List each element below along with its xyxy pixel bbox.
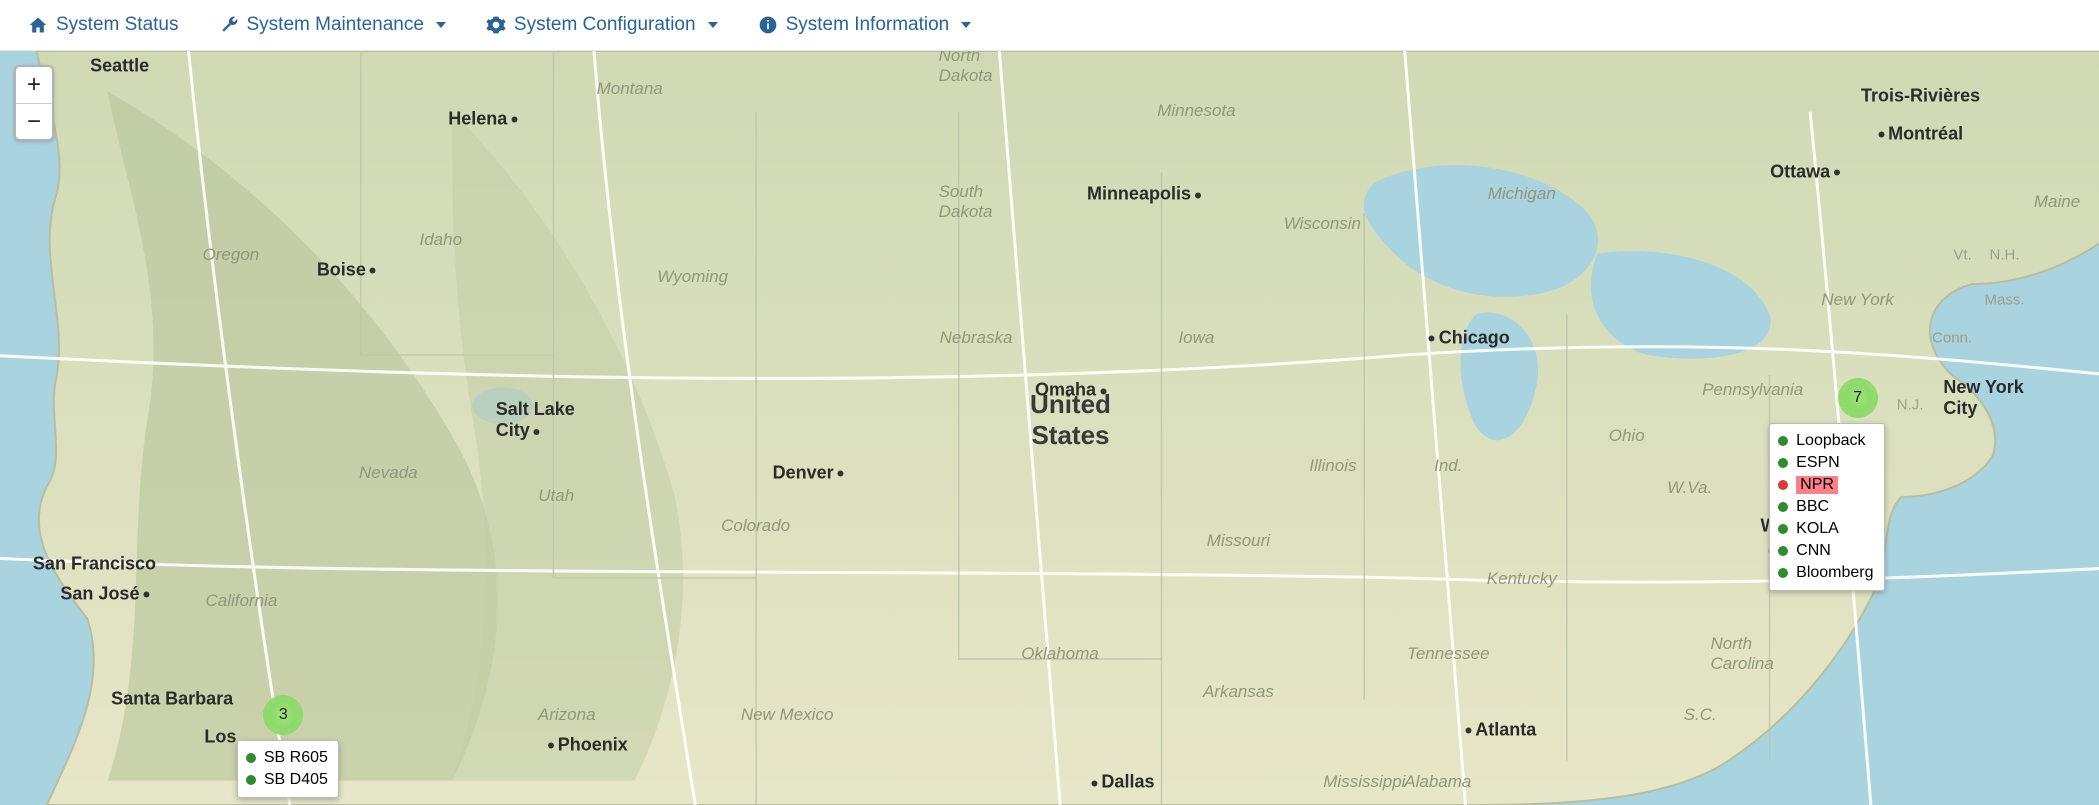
nav-system-information-label: System Information [786, 14, 950, 36]
zoom-out-button[interactable]: − [16, 103, 52, 139]
status-dot-icon [1778, 568, 1788, 578]
cluster-count: 7 [1853, 389, 1862, 407]
cluster-marker-west[interactable]: 3 [263, 695, 303, 735]
nav-system-status[interactable]: System Status [28, 14, 179, 36]
status-dot-icon [1778, 524, 1788, 534]
popup-item-label: NPR [1796, 476, 1838, 494]
popup-item-label: SB R605 [264, 749, 328, 767]
status-dot-icon [1778, 436, 1788, 446]
status-dot-icon [1778, 480, 1788, 490]
popup-item-label: BBC [1796, 498, 1829, 516]
navbar: System Status System Maintenance System … [0, 0, 2099, 50]
cluster-popup-west: SB R605 SB D405 [237, 740, 339, 798]
popup-item[interactable]: BBC [1778, 496, 1873, 518]
home-icon [28, 15, 48, 35]
status-dot-icon [1778, 546, 1788, 556]
nav-system-information[interactable]: System Information [758, 14, 972, 36]
map-container[interactable]: UnitedStates SeattleHelenaBoiseSalt Lake… [0, 50, 2099, 805]
status-dot-icon [246, 775, 256, 785]
status-dot-icon [246, 753, 256, 763]
popup-item[interactable]: NPR [1778, 474, 1873, 496]
popup-item[interactable]: KOLA [1778, 518, 1873, 540]
popup-item[interactable]: SB R605 [246, 747, 328, 769]
nav-system-status-label: System Status [56, 14, 179, 36]
zoom-control: + − [14, 65, 54, 141]
caret-down-icon [708, 22, 718, 28]
popup-item[interactable]: ESPN [1778, 452, 1873, 474]
caret-down-icon [961, 22, 971, 28]
status-dot-icon [1778, 502, 1788, 512]
popup-item[interactable]: Loopback [1778, 430, 1873, 452]
cluster-marker-east[interactable]: 7 [1838, 378, 1878, 418]
popup-item-label: KOLA [1796, 520, 1839, 538]
nav-system-configuration-label: System Configuration [514, 14, 696, 36]
popup-item[interactable]: CNN [1778, 540, 1873, 562]
popup-item-label: ESPN [1796, 454, 1840, 472]
wrench-icon [219, 15, 239, 35]
zoom-in-button[interactable]: + [16, 67, 52, 103]
popup-item[interactable]: SB D405 [246, 769, 328, 791]
info-icon [758, 15, 778, 35]
popup-item-label: SB D405 [264, 771, 328, 789]
nav-system-configuration[interactable]: System Configuration [486, 14, 718, 36]
popup-item-label: CNN [1796, 542, 1831, 560]
status-dot-icon [1778, 458, 1788, 468]
cluster-popup-east: Loopback ESPN NPR BBC KOLA CNN Bloomberg [1769, 423, 1884, 591]
cluster-count: 3 [279, 706, 288, 724]
popup-item-label: Bloomberg [1796, 564, 1873, 582]
popup-item-label: Loopback [1796, 432, 1865, 450]
popup-item[interactable]: Bloomberg [1778, 562, 1873, 584]
gear-icon [486, 15, 506, 35]
nav-system-maintenance-label: System Maintenance [247, 14, 424, 36]
caret-down-icon [436, 22, 446, 28]
nav-system-maintenance[interactable]: System Maintenance [219, 14, 446, 36]
